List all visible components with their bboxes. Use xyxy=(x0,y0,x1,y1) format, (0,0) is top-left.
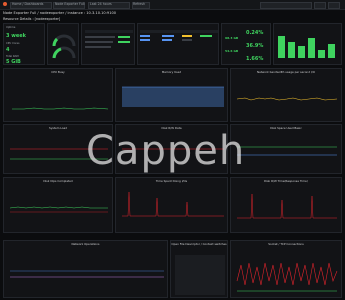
uptime-value: 3 week xyxy=(6,33,26,39)
panel-memory-used: Memory Used xyxy=(115,68,228,122)
cpu-cores-label: CPU Cores xyxy=(6,42,20,45)
panel-disk-iops: Disk IOps Completed xyxy=(3,177,113,233)
stat-value-3: 1.66% xyxy=(246,56,264,62)
stat-small-1: 98.3 GB xyxy=(225,36,239,40)
partition-table-panel xyxy=(137,23,219,65)
breadcrumb-home[interactable]: Home / Dashboards xyxy=(12,2,43,7)
stat-percent-panel: 0.24% 36.9% 1.66% 98.3 GB 54.6 GB xyxy=(221,23,271,65)
chart-disk-rw-time xyxy=(237,193,337,219)
total-ram-value: 5 GiB xyxy=(6,59,21,65)
metrics-table xyxy=(85,30,133,48)
total-ram-label: Total RAM xyxy=(6,55,19,58)
watermark-text: Cappeh xyxy=(86,128,246,174)
metrics-table-panel xyxy=(81,23,135,65)
grafana-logo-icon[interactable] xyxy=(3,2,7,6)
refresh-label[interactable]: Refresh xyxy=(133,2,145,7)
share-button[interactable] xyxy=(328,2,340,9)
chart-network-bandwidth xyxy=(236,97,338,101)
bar-gauge-panel xyxy=(273,23,342,65)
top-navigation-bar: Home / Dashboards Node Exporter Full Las… xyxy=(0,0,345,10)
stat-small-2: 54.6 GB xyxy=(225,49,239,53)
row-title[interactable]: Resource Details : [nodeexporter] xyxy=(3,17,60,21)
stat-value-2: 36.9% xyxy=(246,43,264,49)
chart-cpu-busy xyxy=(12,107,109,110)
panel-network-bandwidth: Network bandwidth usage per second I/O xyxy=(230,68,342,122)
chart-open-fd xyxy=(175,255,225,295)
dashboard-name[interactable]: Node Exporter Full xyxy=(55,2,85,7)
panel-disk-rw-time: Disk R/W Time(Response Time) xyxy=(230,177,342,233)
time-range-label[interactable]: Last 24 hours xyxy=(90,2,112,7)
bar-gauge xyxy=(278,36,335,58)
panel-disk-space: Disk Space Used Basic xyxy=(230,124,342,174)
panel-cpu-busy: CPU Busy xyxy=(3,68,113,122)
gauge-panel-1 xyxy=(47,23,79,65)
chart-disk-iops xyxy=(9,206,108,213)
chart-network-ops xyxy=(10,270,164,278)
stat-value-1: 0.24% xyxy=(246,30,264,36)
settings-button[interactable] xyxy=(314,2,326,9)
chart-time-spent-io xyxy=(122,191,224,217)
panel-network-ops: Network Operations xyxy=(3,240,168,298)
partition-table xyxy=(140,30,218,41)
search-input[interactable] xyxy=(260,2,312,9)
cpu-cores-value: 4 xyxy=(6,47,10,53)
panel-open-fd: Open File Descriptor / Context switches xyxy=(170,240,228,298)
chart-memory-used xyxy=(122,86,224,107)
chart-socket-tcp xyxy=(236,262,338,292)
panel-socket-tcp: Socket / TCP Connections xyxy=(230,240,342,298)
stat-uptime-panel: Uptime 3 week CPU Cores 4 Total RAM 5 Gi… xyxy=(3,23,45,65)
chart-disk-space xyxy=(237,146,337,156)
gauge-cpu-busy xyxy=(52,34,76,59)
panel-time-spent-io: Time Spent Doing I/Os xyxy=(115,177,228,233)
uptime-label: Uptime xyxy=(6,26,16,29)
